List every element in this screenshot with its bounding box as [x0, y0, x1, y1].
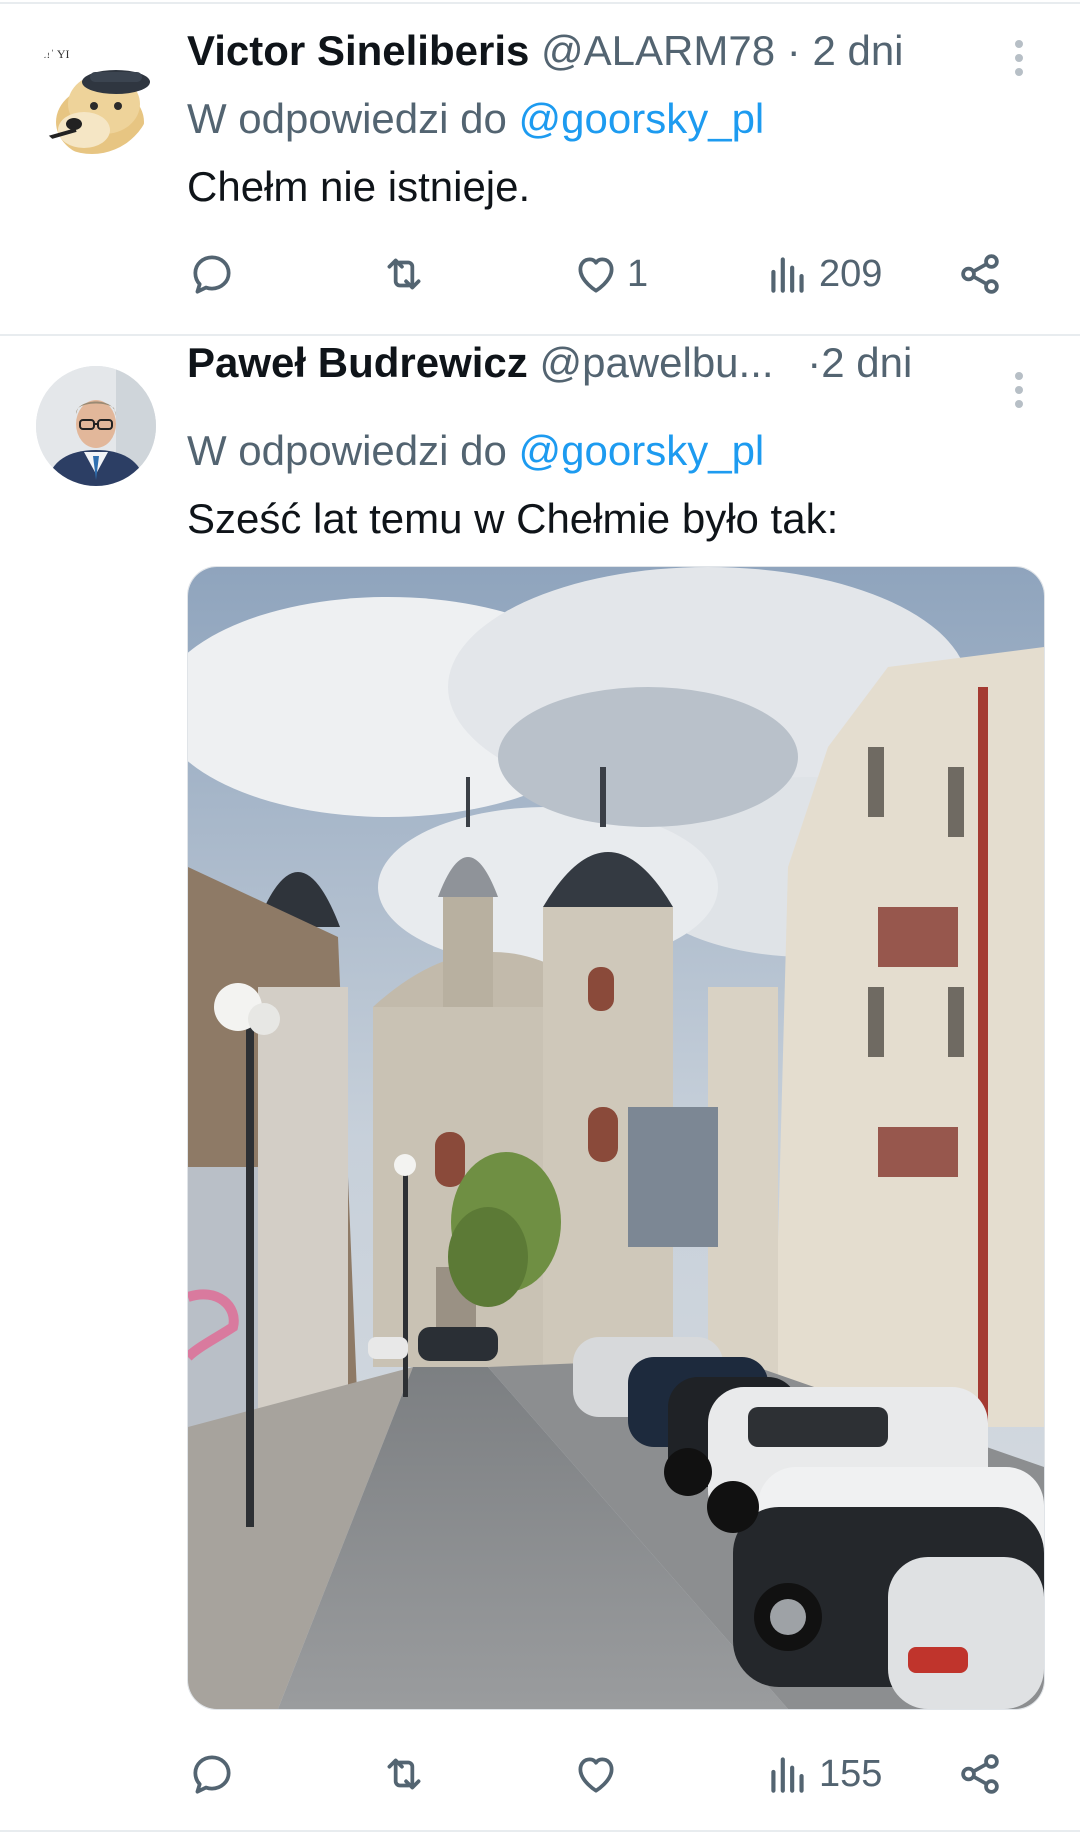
- share-button[interactable]: [955, 1742, 1005, 1806]
- views-icon: [771, 1757, 804, 1793]
- avatar[interactable]: [36, 366, 156, 486]
- author-handle[interactable]: @ALARM78: [541, 27, 775, 74]
- views-icon: [771, 257, 804, 293]
- share-icon: [961, 254, 999, 294]
- svg-text:.ı!ˈ YI: .ı!ˈ YI: [40, 47, 70, 61]
- like-button[interactable]: 1: [571, 242, 648, 306]
- share-icon: [961, 1754, 999, 1794]
- reply-prefix: W odpowiedzi do: [187, 427, 507, 474]
- reply-mention-link[interactable]: @goorsky_pl: [519, 427, 765, 474]
- author-handle[interactable]: @pawelbu...: [539, 339, 773, 386]
- reply-button[interactable]: [187, 1742, 237, 1806]
- reply-prefix: W odpowiedzi do: [187, 95, 507, 142]
- heart-icon: [578, 1757, 614, 1793]
- tweet-text: Chełm nie istnieje.: [187, 163, 531, 210]
- action-bar: 155: [187, 1742, 1007, 1806]
- tweet-text: Sześć lat temu w Chełmie było tak:: [187, 495, 839, 542]
- like-count: 1: [627, 252, 649, 295]
- reply-button[interactable]: [187, 242, 237, 306]
- action-bar: 1 209: [187, 242, 1007, 306]
- reply-context: W odpowiedzi do @goorsky_pl: [187, 424, 764, 478]
- more-options-icon[interactable]: [1009, 366, 1029, 416]
- timestamp[interactable]: 2 dni: [812, 27, 903, 74]
- heart-icon: [578, 257, 614, 293]
- views-count: 209: [819, 252, 883, 295]
- share-button[interactable]: [955, 242, 1005, 306]
- bottom-divider: [0, 1830, 1080, 1832]
- tweet-header: Victor Sineliberis @ALARM78 · 2 dni: [187, 24, 904, 78]
- tweet-image[interactable]: [187, 566, 1045, 1710]
- views-button[interactable]: 209: [763, 242, 882, 306]
- church-street-photo: [188, 567, 1044, 1709]
- reply-icon: [193, 1755, 231, 1794]
- retweet-button[interactable]: [379, 1742, 429, 1806]
- tweet-1[interactable]: .ı!ˈ YI Victor Sineliberis @ALARM78 · 2 …: [0, 0, 1080, 335]
- reply-icon: [193, 255, 231, 294]
- reply-mention-link[interactable]: @goorsky_pl: [519, 95, 765, 142]
- more-options-icon[interactable]: [1009, 34, 1029, 84]
- person-avatar-icon: [36, 366, 156, 486]
- retweet-icon: [387, 1758, 421, 1790]
- timestamp[interactable]: 2 dni: [821, 339, 912, 386]
- views-button[interactable]: 155: [763, 1742, 882, 1806]
- tweet-header: Paweł Budrewicz @pawelbu... ·2 dni: [187, 336, 912, 390]
- retweet-button[interactable]: [379, 242, 429, 306]
- author-name[interactable]: Victor Sineliberis: [187, 27, 529, 74]
- reply-context: W odpowiedzi do @goorsky_pl: [187, 92, 764, 146]
- retweet-icon: [387, 258, 421, 290]
- avatar[interactable]: .ı!ˈ YI: [32, 34, 152, 154]
- tweet-2[interactable]: Paweł Budrewicz @pawelbu... ·2 dni W odp…: [0, 336, 1080, 1836]
- views-count: 155: [819, 1752, 883, 1795]
- author-name[interactable]: Paweł Budrewicz: [187, 339, 528, 386]
- like-button[interactable]: [571, 1742, 627, 1806]
- separator: ·: [807, 339, 822, 386]
- doge-avatar-icon: .ı!ˈ YI: [32, 34, 152, 154]
- separator: ·: [786, 27, 801, 74]
